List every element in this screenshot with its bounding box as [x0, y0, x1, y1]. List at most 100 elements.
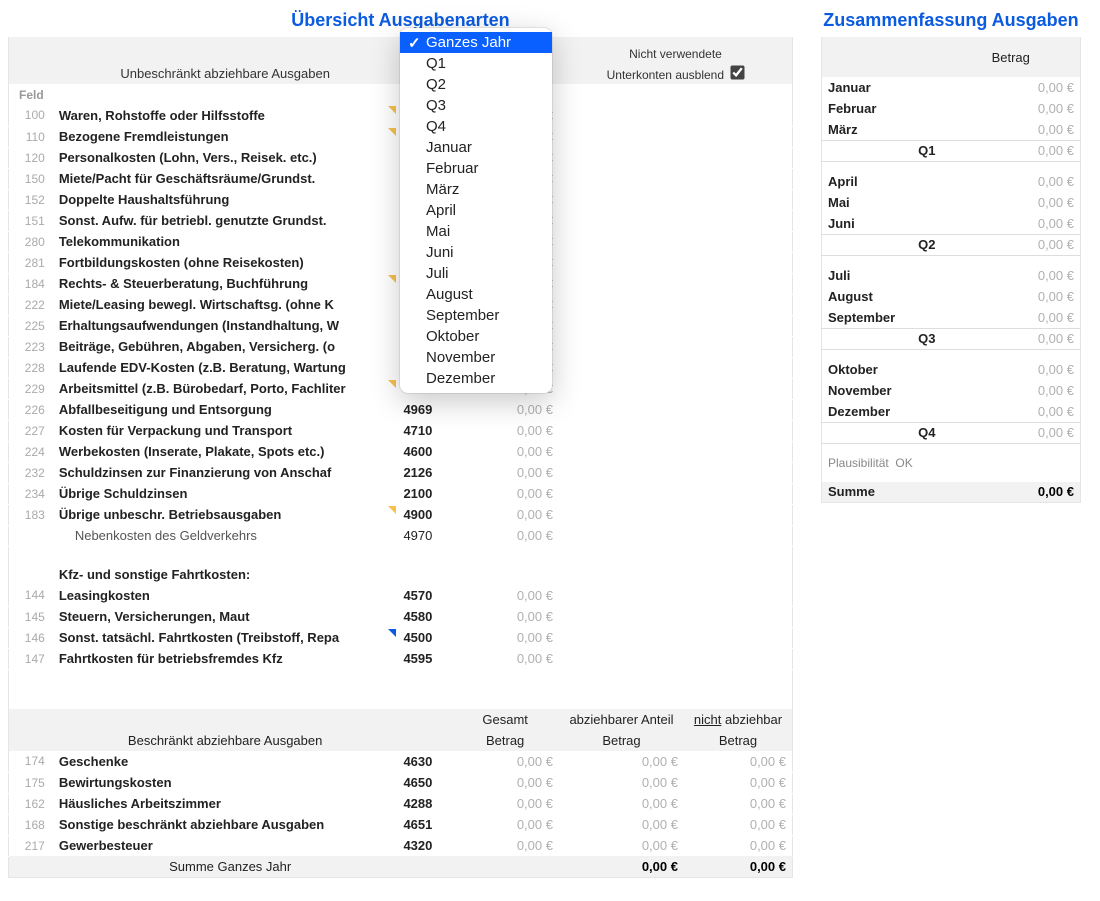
- table-row[interactable]: 144Leasingkosten45700,00 €: [9, 585, 793, 606]
- nicht-abziehbar-cell: 0,00 €: [684, 751, 793, 772]
- konto-cell: 2100: [397, 483, 451, 504]
- amount-cell: 0,00 €: [451, 483, 559, 504]
- right-panel-title: Zusammenfassung Ausgaben: [821, 6, 1081, 37]
- name-cell: Fortbildungskosten (ohne Reisekosten): [53, 252, 398, 273]
- month-label: März: [822, 119, 942, 140]
- gesamt-cell: 0,00 €: [451, 772, 559, 793]
- feld-cell: 184: [9, 273, 53, 294]
- dropdown-option[interactable]: Q3: [400, 95, 552, 116]
- summary-quarter-row: Q30,00 €: [822, 328, 1081, 349]
- month-amount: 0,00 €: [942, 401, 1081, 422]
- abziehbar-cell: 0,00 €: [559, 751, 684, 772]
- hide-subaccounts-checkbox[interactable]: [731, 65, 745, 79]
- gesamt-cell: 0,00 €: [451, 751, 559, 772]
- table-row[interactable]: 146Sonst. tatsächl. Fahrtkosten (Treibst…: [9, 627, 793, 648]
- dropdown-option[interactable]: Q1: [400, 53, 552, 74]
- month-amount: 0,00 €: [942, 119, 1081, 140]
- month-amount: 0,00 €: [942, 286, 1081, 307]
- col-nicht-abziehbar-header: nicht abziehbar: [684, 709, 793, 730]
- dropdown-option[interactable]: Dezember: [400, 368, 552, 389]
- quarter-label: Q2: [822, 234, 942, 255]
- name-cell: Personalkosten (Lohn, Vers., Reisek. etc…: [53, 147, 398, 168]
- amount-cell: 0,00 €: [451, 462, 559, 483]
- summary-month-row: November0,00 €: [822, 380, 1081, 401]
- col-gesamt-header: Gesamt: [451, 709, 559, 730]
- name-cell: Fahrtkosten für betriebsfremdes Kfz: [53, 648, 398, 669]
- konto-cell: 4570: [397, 585, 451, 606]
- dropdown-option[interactable]: Februar: [400, 158, 552, 179]
- name-cell: Doppelte Haushaltsführung: [53, 189, 398, 210]
- table-row[interactable]: 168Sonstige beschränkt abziehbare Ausgab…: [9, 814, 793, 835]
- name-cell: Sonstige beschränkt abziehbare Ausgaben: [53, 814, 398, 835]
- summary-month-row: Januar0,00 €: [822, 77, 1081, 98]
- feld-cell: 145: [9, 606, 53, 627]
- amount-cell: 0,00 €: [451, 606, 559, 627]
- table-row[interactable]: 234Übrige Schuldzinsen21000,00 €: [9, 483, 793, 504]
- feld-cell: 151: [9, 210, 53, 231]
- month-amount: 0,00 €: [942, 213, 1081, 234]
- dropdown-option[interactable]: August: [400, 284, 552, 305]
- table-row[interactable]: 232Schuldzinsen zur Finanzierung von Ans…: [9, 462, 793, 483]
- konto-cell: 4500: [397, 627, 451, 648]
- name-cell: Bezogene Fremdleistungen: [53, 126, 398, 147]
- dropdown-option[interactable]: März: [400, 179, 552, 200]
- table-row[interactable]: 145Steuern, Versicherungen, Maut45800,00…: [9, 606, 793, 627]
- dropdown-option[interactable]: Oktober: [400, 326, 552, 347]
- name-cell: Waren, Rohstoffe oder Hilfsstoffe: [53, 105, 398, 126]
- konto-cell: 4900: [397, 504, 451, 525]
- dropdown-option[interactable]: September: [400, 305, 552, 326]
- table-row[interactable]: 147Fahrtkosten für betriebsfremdes Kfz45…: [9, 648, 793, 669]
- name-cell: Beiträge, Gebühren, Abgaben, Versicherg.…: [53, 336, 398, 357]
- dropdown-option[interactable]: Q4: [400, 116, 552, 137]
- name-cell: Geschenke: [53, 751, 398, 772]
- dropdown-option[interactable]: Q2: [400, 74, 552, 95]
- feld-cell: 120: [9, 147, 53, 168]
- table-row[interactable]: Nebenkosten des Geldverkehrs49700,00 €: [9, 525, 793, 546]
- dropdown-option[interactable]: Ganzes Jahr: [400, 32, 552, 53]
- unused-subaccounts-label: Nicht verwendete: [559, 37, 793, 63]
- table-row[interactable]: 174Geschenke46300,00 €0,00 €0,00 €: [9, 751, 793, 772]
- month-label: Mai: [822, 192, 942, 213]
- month-label: September: [822, 307, 942, 328]
- name-cell: Arbeitsmittel (z.B. Bürobedarf, Porto, F…: [53, 378, 398, 399]
- name-cell: Schuldzinsen zur Finanzierung von Anscha…: [53, 462, 398, 483]
- table-row[interactable]: 217Gewerbesteuer43200,00 €0,00 €0,00 €: [9, 835, 793, 856]
- hide-subaccounts-label: Unterkonten ausblend: [607, 68, 724, 82]
- month-amount: 0,00 €: [942, 380, 1081, 401]
- dropdown-option[interactable]: Juni: [400, 242, 552, 263]
- amount-cell: 0,00 €: [451, 627, 559, 648]
- dropdown-option[interactable]: Mai: [400, 221, 552, 242]
- col-limited-name-header: Beschränkt abziehbare Ausgaben: [53, 730, 398, 751]
- konto-cell: 4630: [397, 751, 451, 772]
- summary-month-row: April0,00 €: [822, 171, 1081, 192]
- month-label: April: [822, 171, 942, 192]
- dropdown-option[interactable]: Juli: [400, 263, 552, 284]
- dropdown-option[interactable]: April: [400, 200, 552, 221]
- period-dropdown[interactable]: Ganzes JahrQ1Q2Q3Q4JanuarFebruarMärzApri…: [400, 28, 552, 393]
- month-label: Februar: [822, 98, 942, 119]
- feld-cell: 144: [9, 585, 53, 606]
- table-row[interactable]: 227Kosten für Verpackung und Transport47…: [9, 420, 793, 441]
- summary-month-row: Dezember0,00 €: [822, 401, 1081, 422]
- month-amount: 0,00 €: [942, 171, 1081, 192]
- month-amount: 0,00 €: [942, 77, 1081, 98]
- dropdown-option[interactable]: November: [400, 347, 552, 368]
- feld-cell: 183: [9, 504, 53, 525]
- feld-cell: 146: [9, 627, 53, 648]
- table-row[interactable]: 226Abfallbeseitigung und Entsorgung49690…: [9, 399, 793, 420]
- sum-abziehbar-value: 0,00 €: [559, 856, 684, 877]
- name-cell: Miete/Pacht für Geschäftsräume/Grundst.: [53, 168, 398, 189]
- table-row[interactable]: 224Werbekosten (Inserate, Plakate, Spots…: [9, 441, 793, 462]
- table-row[interactable]: 183Übrige unbeschr. Betriebsausgaben4900…: [9, 504, 793, 525]
- summary-table: Betrag Januar0,00 €Februar0,00 €März0,00…: [821, 37, 1081, 503]
- table-row[interactable]: 162Häusliches Arbeitszimmer42880,00 €0,0…: [9, 793, 793, 814]
- abziehbar-cell: 0,00 €: [559, 835, 684, 856]
- name-cell: Gewerbesteuer: [53, 835, 398, 856]
- amount-cell: 0,00 €: [451, 441, 559, 462]
- feld-cell: 152: [9, 189, 53, 210]
- name-cell: Steuern, Versicherungen, Maut: [53, 606, 398, 627]
- table-row[interactable]: 175Bewirtungskosten46500,00 €0,00 €0,00 …: [9, 772, 793, 793]
- dropdown-option[interactable]: Januar: [400, 137, 552, 158]
- col-betrag-1: Betrag: [451, 730, 559, 751]
- month-label: August: [822, 286, 942, 307]
